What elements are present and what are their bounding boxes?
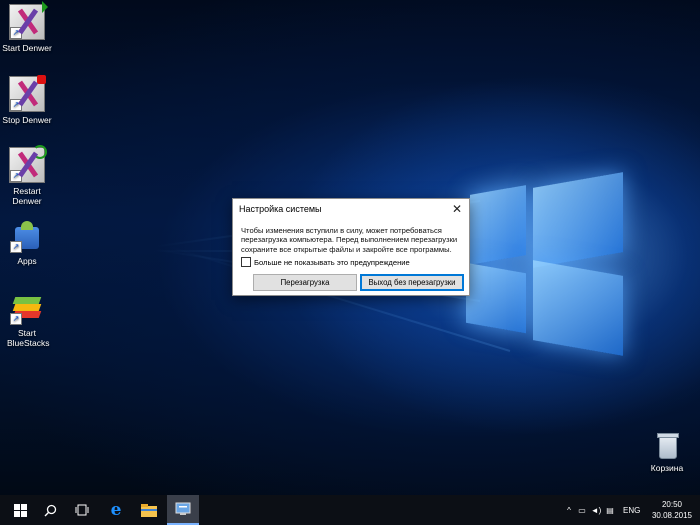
windows-logo-pane (466, 262, 526, 334)
desktop-icon-label: Start Denwer (2, 43, 52, 53)
shortcut-arrow-icon: ↗ (10, 99, 22, 111)
desktop-icon-apps[interactable]: ↗ Apps (0, 219, 58, 266)
shortcut-arrow-icon: ↗ (10, 170, 22, 182)
windows-logo-pane (533, 260, 623, 356)
recycle-bin-icon (653, 430, 681, 460)
desktop-icon-label: Restart Denwer (12, 186, 42, 206)
clock[interactable]: 20:50 30.08.2015 (648, 499, 696, 521)
dont-show-again-checkbox[interactable]: Больше не показывать это предупреждение (241, 257, 410, 267)
edge-icon[interactable]: e (101, 495, 131, 525)
windows-start-icon[interactable] (5, 495, 35, 525)
windows-logo-pane (470, 185, 526, 265)
shortcut-arrow-icon: ↗ (10, 313, 22, 325)
android-apps-icon: ↗ (10, 219, 44, 253)
file-explorer-icon[interactable] (134, 495, 164, 525)
desktop-icon-recycle-bin[interactable]: Корзина (636, 430, 698, 473)
volume-icon[interactable]: ◄) (589, 506, 603, 515)
checkbox-label: Больше не показывать это предупреждение (254, 257, 410, 267)
desktop-icon-label: Start BlueStacks (7, 328, 50, 348)
shortcut-arrow-icon: ↗ (10, 241, 22, 253)
system-config-icon[interactable] (167, 495, 199, 525)
restart-button[interactable]: Перезагрузка (253, 274, 357, 291)
desktop-icon-label: Apps (17, 256, 37, 266)
clock-time: 20:50 (661, 500, 683, 509)
denwer-stop-icon: ↗ (9, 75, 46, 112)
windows-logo-pane (533, 172, 623, 268)
system-config-dialog: Настройка системы ✕ Чтобы изменения всту… (232, 198, 470, 296)
system-tray: ^ ▭ ◄) ▤ ENG (563, 495, 640, 525)
close-icon[interactable]: ✕ (445, 199, 469, 220)
desktop-icon-restart-denwer[interactable]: ↗ Restart Denwer (0, 145, 58, 206)
checkbox-box[interactable] (241, 257, 251, 267)
desktop: ↗ Start Denwer ↗ Stop Denwer ↗ Restart D… (0, 0, 700, 495)
denwer-restart-icon: ↗ (9, 145, 47, 183)
desktop-icon-start-denwer[interactable]: ↗ Start Denwer (0, 1, 58, 53)
bluestacks-icon: ↗ (10, 291, 44, 325)
chevron-up-icon[interactable]: ^ (563, 506, 575, 515)
dialog-title: Настройка системы (239, 204, 322, 214)
notifications-icon[interactable]: ▤ (603, 506, 617, 515)
desktop-icon-label: Корзина (650, 463, 684, 473)
desktop-icon-stop-denwer[interactable]: ↗ Stop Denwer (0, 75, 58, 125)
shortcut-arrow-icon: ↗ (10, 27, 22, 39)
task-view-icon[interactable] (67, 495, 97, 525)
clock-date: 30.08.2015 (651, 511, 693, 520)
dialog-titlebar[interactable]: Настройка системы ✕ (233, 199, 469, 220)
exit-without-restart-button[interactable]: Выход без перезагрузки (360, 274, 464, 291)
language-indicator[interactable]: ENG (623, 506, 640, 515)
denwer-start-icon: ↗ (9, 1, 48, 40)
network-icon[interactable]: ▭ (575, 506, 589, 515)
desktop-icon-label: Stop Denwer (2, 115, 52, 125)
taskbar: e ^ ▭ ◄) ▤ ENG 20:50 30.08.2015 (0, 495, 700, 525)
desktop-icon-start-bluestacks[interactable]: ↗ Start BlueStacks (0, 291, 58, 348)
search-icon[interactable] (35, 495, 65, 525)
dialog-message: Чтобы изменения вступили в силу, может п… (241, 226, 458, 254)
